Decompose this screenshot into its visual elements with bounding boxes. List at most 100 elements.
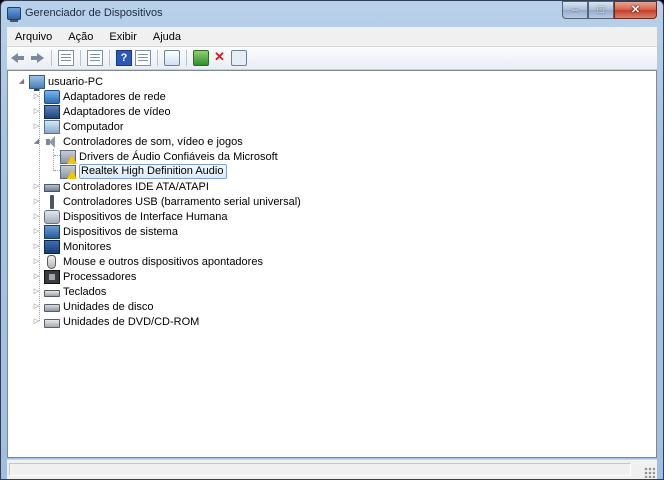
disk-drive-icon bbox=[44, 304, 60, 312]
category-system-devices[interactable]: Dispositivos de sistema bbox=[44, 224, 178, 239]
display-adapter-icon bbox=[44, 104, 60, 119]
category-dvd-cdrom[interactable]: Unidades de DVD/CD-ROM bbox=[44, 314, 199, 329]
menu-exibir[interactable]: Exibir bbox=[101, 31, 145, 43]
device-label: Drivers de Áudio Confiáveis da Microsoft bbox=[79, 150, 278, 163]
menu-acao[interactable]: Ação bbox=[60, 31, 101, 43]
expand-arrow-icon[interactable]: ▷ bbox=[32, 182, 41, 191]
menu-ajuda[interactable]: Ajuda bbox=[145, 31, 189, 43]
expand-arrow-icon[interactable]: ▷ bbox=[32, 227, 41, 236]
category-label: Adaptadores de rede bbox=[63, 90, 166, 103]
category-mouse[interactable]: Mouse e outros dispositivos apontadores bbox=[44, 254, 263, 269]
category-monitors[interactable]: Monitores bbox=[44, 239, 111, 254]
device-tree[interactable]: ◢ usuario-PC ▷ Adaptadores de rede ▷ Ada… bbox=[7, 70, 657, 458]
menu-bar: Arquivo Ação Exibir Ajuda bbox=[7, 27, 657, 47]
expand-arrow-icon[interactable]: ▷ bbox=[32, 257, 41, 266]
expand-arrow-icon[interactable]: ▷ bbox=[32, 212, 41, 221]
category-label: Processadores bbox=[63, 270, 137, 283]
category-processors[interactable]: Processadores bbox=[44, 269, 136, 284]
tree-root[interactable]: usuario-PC bbox=[29, 74, 104, 91]
enable-device-icon[interactable] bbox=[231, 50, 247, 66]
tree-guide-line bbox=[53, 149, 54, 171]
scan-hardware-icon[interactable] bbox=[164, 50, 180, 66]
expand-arrow-icon[interactable]: ▷ bbox=[32, 242, 41, 251]
toolbar-separator bbox=[109, 50, 110, 66]
category-label: Controladores de som, vídeo e jogos bbox=[63, 135, 243, 148]
monitor-icon bbox=[44, 239, 60, 254]
category-label: Mouse e outros dispositivos apontadores bbox=[63, 255, 263, 268]
expand-arrow-icon[interactable]: ▷ bbox=[32, 92, 41, 101]
show-hide-icon[interactable] bbox=[87, 50, 103, 66]
network-adapter-icon bbox=[44, 89, 60, 104]
category-label: Dispositivos de sistema bbox=[63, 225, 178, 238]
category-display-adapters[interactable]: Adaptadores de vídeo bbox=[44, 104, 171, 119]
category-usb-controllers[interactable]: Controladores USB (barramento serial uni… bbox=[44, 194, 301, 209]
window-title: Gerenciador de Dispositivos bbox=[25, 7, 163, 19]
forward-icon[interactable] bbox=[29, 50, 45, 66]
warning-device-icon bbox=[60, 149, 77, 164]
device-microsoft-audio-driver[interactable]: Drivers de Áudio Confiáveis da Microsoft bbox=[60, 149, 278, 164]
collapse-arrow-icon[interactable]: ◢ bbox=[32, 137, 41, 146]
help-icon[interactable]: ? bbox=[116, 50, 132, 66]
status-bar bbox=[7, 459, 657, 479]
toolbar-separator bbox=[186, 50, 187, 66]
mouse-icon bbox=[47, 254, 56, 269]
category-label: Monitores bbox=[63, 240, 112, 253]
category-label: Adaptadores de vídeo bbox=[63, 105, 171, 118]
close-button[interactable]: ✕ bbox=[614, 1, 657, 19]
menu-arquivo[interactable]: Arquivo bbox=[7, 31, 60, 43]
processor-icon bbox=[44, 269, 60, 284]
category-label: Unidades de DVD/CD-ROM bbox=[63, 315, 200, 328]
category-label: Controladores IDE ATA/ATAPI bbox=[63, 180, 209, 193]
category-network-adapters[interactable]: Adaptadores de rede bbox=[44, 89, 166, 104]
keyboard-icon bbox=[44, 290, 60, 297]
category-label: Dispositivos de Interface Humana bbox=[63, 210, 228, 223]
toolbar-separator bbox=[51, 50, 52, 66]
maximize-button[interactable]: □ bbox=[588, 1, 614, 19]
category-ide-ata-atapi[interactable]: Controladores IDE ATA/ATAPI bbox=[44, 179, 209, 194]
category-disk-drives[interactable]: Unidades de disco bbox=[44, 299, 154, 314]
ide-controller-icon bbox=[44, 183, 60, 192]
category-keyboards[interactable]: Teclados bbox=[44, 284, 106, 299]
toolbar-separator bbox=[157, 50, 158, 66]
expand-arrow-icon[interactable]: ▷ bbox=[32, 107, 41, 116]
category-sound-video-game[interactable]: Controladores de som, vídeo e jogos bbox=[44, 134, 243, 149]
warning-device-icon bbox=[60, 164, 77, 179]
minimize-button[interactable]: – bbox=[562, 1, 588, 19]
expand-arrow-icon[interactable]: ▷ bbox=[32, 272, 41, 281]
device-manager-window: Gerenciador de Dispositivos – □ ✕ Arquiv… bbox=[0, 0, 664, 480]
caption-buttons: – □ ✕ bbox=[562, 1, 657, 20]
usb-icon bbox=[44, 194, 60, 209]
hid-icon bbox=[44, 209, 60, 224]
category-label: Teclados bbox=[63, 285, 107, 298]
device-realtek-hd-audio[interactable]: Realtek High Definition Audio bbox=[60, 164, 228, 179]
resize-grip-icon[interactable] bbox=[644, 467, 655, 478]
collapse-arrow-icon[interactable]: ◢ bbox=[17, 77, 26, 86]
expand-arrow-icon[interactable]: ▷ bbox=[32, 287, 41, 296]
toolbar-separator bbox=[80, 50, 81, 66]
device-manager-app-icon bbox=[7, 7, 21, 22]
uninstall-icon[interactable] bbox=[212, 49, 228, 66]
category-label: Unidades de disco bbox=[63, 300, 154, 313]
expand-arrow-icon[interactable]: ▷ bbox=[32, 317, 41, 326]
title-bar[interactable]: Gerenciador de Dispositivos – □ ✕ bbox=[1, 1, 663, 27]
view-icon[interactable] bbox=[135, 50, 151, 66]
toolbar: ? bbox=[7, 47, 657, 70]
expand-arrow-icon[interactable]: ▷ bbox=[32, 302, 41, 311]
status-bar-panel bbox=[9, 463, 631, 476]
expand-arrow-icon[interactable]: ▷ bbox=[32, 122, 41, 131]
update-driver-icon[interactable] bbox=[193, 50, 209, 66]
category-label: Controladores USB (barramento serial uni… bbox=[63, 195, 301, 208]
category-computer[interactable]: Computador bbox=[44, 119, 124, 134]
dvd-drive-icon bbox=[44, 318, 60, 328]
tree-root-label: usuario-PC bbox=[48, 75, 104, 88]
computer-icon bbox=[29, 74, 45, 91]
speaker-icon bbox=[44, 135, 60, 149]
back-icon[interactable] bbox=[10, 50, 26, 66]
properties-icon[interactable] bbox=[58, 50, 74, 66]
device-label-selected: Realtek High Definition Audio bbox=[79, 164, 228, 179]
system-device-icon bbox=[44, 224, 60, 239]
category-hid[interactable]: Dispositivos de Interface Humana bbox=[44, 209, 227, 224]
expand-arrow-icon[interactable]: ▷ bbox=[32, 197, 41, 206]
category-label: Computador bbox=[63, 120, 124, 133]
computer-icon bbox=[44, 119, 60, 134]
